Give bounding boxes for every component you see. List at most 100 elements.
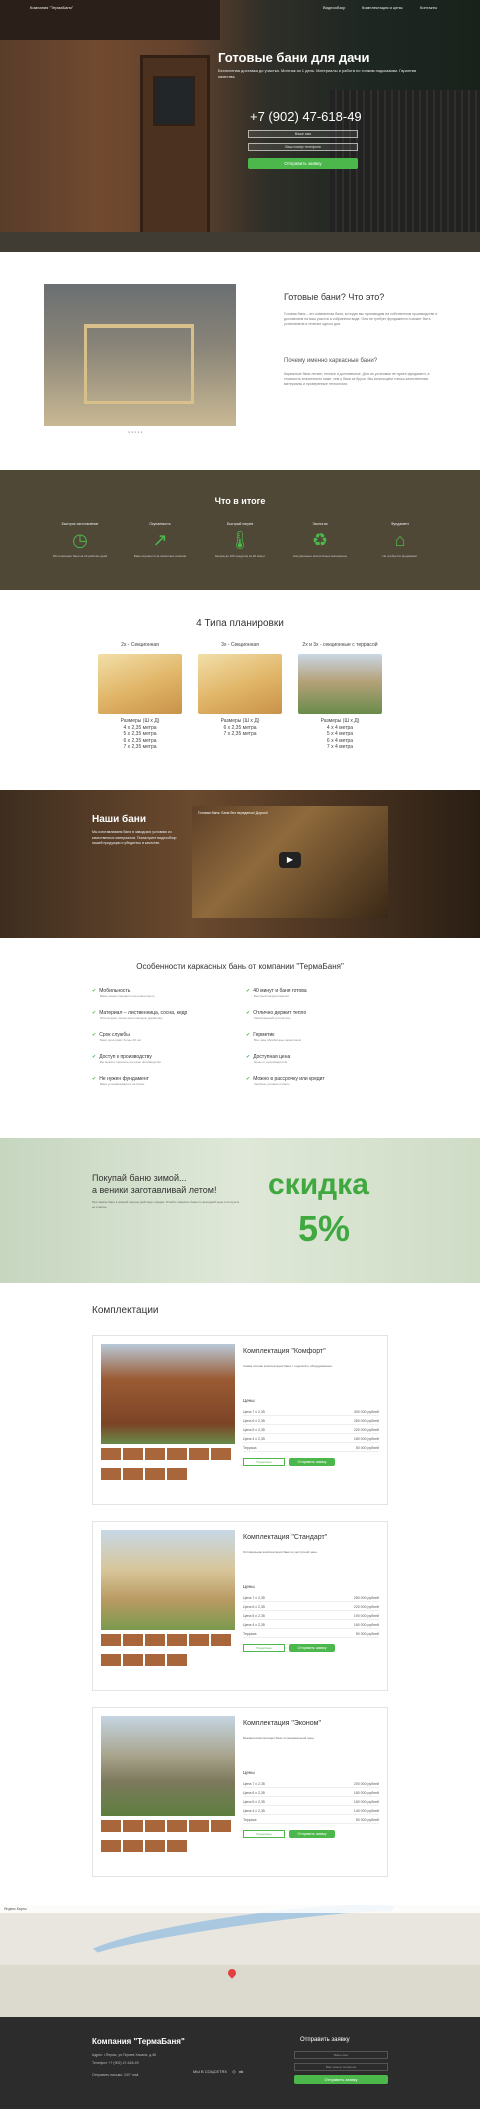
check-icon: ✔ [92,1010,97,1016]
about-title: Готовые бани? Что это? [284,292,385,302]
kit-desc: Базовая комплектация бани по минимальной… [243,1736,315,1740]
plan-card: 2х - Секционная Размеры (Ш х Д) 4 х 2,35… [94,642,186,751]
price-row: Терраса 50 000 рублей [243,1818,379,1824]
play-icon[interactable]: ▶ [279,852,301,868]
order-button[interactable]: Отправить заявку [289,1458,335,1466]
more-button[interactable]: Подробнее [243,1458,285,1466]
price-row: Цена 7 х 2,35 250 000 рублей [243,1596,379,1602]
more-button[interactable]: Подробнее [243,1644,285,1652]
nav-link-prices[interactable]: Комплектация и цены [362,5,403,10]
features-section: Особенности каркасных бань от компании "… [0,938,480,1138]
chart-icon: ↗ [152,530,168,550]
results-title: Что в итоге [214,496,266,506]
nav-link-video[interactable]: Видеообзор [323,5,345,10]
footer-submit-button[interactable]: Отправить заявку [294,2075,388,2084]
kit-thumbnails[interactable] [101,1448,235,1486]
kits-title: Комплектации [92,1305,159,1316]
frame-construction-photo [44,284,236,426]
check-icon: ✔ [246,988,251,994]
hero-submit-button[interactable]: Отправить заявку [248,158,358,169]
instagram-icon[interactable]: ◎ [232,2069,236,2074]
video-section: Наши бани Мы изготавливаем бани в заводс… [0,790,480,938]
kit-photo[interactable] [101,1344,235,1444]
hero-phone-input[interactable]: Ваш номер телефона [248,143,358,151]
price-row: Цена 6 х 2,35 220 000 рублей [243,1605,379,1611]
price-row: Цена 5 х 2,35 160 000 рублей [243,1800,379,1806]
check-icon: ✔ [246,1010,251,1016]
hero-section: Компания "ТермаБаня" Видеообзор Комплект… [0,0,480,252]
kit-card-standard: Комплектация "Стандарт" Оптимальная комп… [92,1521,388,1691]
brand-logo[interactable]: Компания "ТермаБаня" [30,5,73,10]
hero-phone[interactable]: +7 (902) 47-618-49 [250,109,362,124]
price-row: Цена 7 х 2,35 300 000 рублей [243,1410,379,1416]
order-button[interactable]: Отправить заявку [289,1644,335,1652]
price-row: Цена 7 х 2,35 200 000 рублей [243,1782,379,1788]
video-title[interactable]: Готовая баня. Баня без переделок! Дорого… [198,811,268,815]
feature-item: ✔ Не нужен фундамент Баня устанавливается … [92,1076,149,1086]
footer-phone-input[interactable]: Ваш номер телефона [294,2063,388,2071]
result-item: Экология ♻ Натуральные экологичные матер… [284,522,356,559]
more-button[interactable]: Подробнее [243,1830,285,1838]
result-item: Быстрое изготовление ◷ Изготовление бани… [44,522,116,559]
footer-phone[interactable]: Телефон: +7 (902) 47-618-49 [92,2061,139,2065]
kits-section: Комплектации Комплектация "Комфорт" Сама… [0,1283,480,1905]
check-icon: ✔ [246,1054,251,1060]
plans-title: 4 Типа планировки [196,618,284,629]
house-icon: ⌂ [394,530,406,550]
map-widget[interactable]: Яндекс Карты [0,1905,480,2017]
plan-terrace-photo [298,654,382,714]
feature-item: ✔ 40 минут и баня готова Быстрый нагрев па… [246,988,307,998]
price-row: Терраса 50 000 рублей [243,1632,379,1638]
kit-desc: Оптимальная комплектация бани по доступн… [243,1550,318,1554]
feature-item: ✔ Мобильность Баню можно перевезти на ново… [92,988,155,998]
results-section: Что в итоге Быстрое изготовление ◷ Изгот… [0,470,480,590]
map-toolbar[interactable]: Яндекс Карты [0,1905,480,1913]
footer-name-input[interactable]: Ваше имя [294,2051,388,2059]
footer: Компания "ТермаБаня" Адрес: г.Пермь, ул.… [0,2017,480,2109]
promo-text: При заказе бани в зимний период действуе… [92,1200,240,1209]
check-icon: ✔ [92,1032,97,1038]
price-row: Терраса 50 000 рублей [243,1446,379,1452]
nav-link-contacts[interactable]: Контакты [420,5,437,10]
price-row: Цена 6 х 2,35 260 000 рублей [243,1419,379,1425]
result-item: Фундамент ⌂ Не требуется фундамент [364,522,436,559]
kit-card-econom: Комплектация "Эконом" Базовая комплектац… [92,1707,388,1877]
price-row: Цена 4 х 2,35 160 000 рублей [243,1623,379,1629]
price-row: Цена 4 х 2,35 180 000 рублей [243,1437,379,1443]
footer-form-title: Отправить заявку [300,2037,350,2043]
check-icon: ✔ [92,988,97,994]
promo-section: Покупай баню зимой... а веники заготавли… [0,1138,480,1283]
feature-item: ✔ Доступ к производству Вы можете приехать… [92,1054,161,1064]
kit-photo[interactable] [101,1530,235,1630]
footer-company-name: Компания "ТермаБаня" [92,2037,185,2046]
check-icon: ✔ [246,1032,251,1038]
plan-2-section-image [98,654,182,714]
hero-name-input[interactable]: Ваше имя [248,130,358,138]
result-item: Быстрый нагрев 🌡 Нагрев до 100 градусов … [204,522,276,559]
feature-item: ✔ Доступная цена Цены от производителя [246,1054,291,1064]
slider-dots[interactable]: ● ● ● ● ● [128,430,142,435]
plan-card: 3х - Секционная Размеры (Ш х Д) 6 х 2,35… [194,642,286,738]
footer-social-label: МЫ В СОЦСЕТЯХ ◎ vk [193,2069,244,2074]
kit-thumbnails[interactable] [101,1634,235,1672]
price-row: Цена 6 х 2,35 180 000 рублей [243,1791,379,1797]
feature-item: ✔ Срок службы Баня прослужит более 20 лет [92,1032,142,1042]
order-button[interactable]: Отправить заявку [289,1830,335,1838]
price-row: Цена 5 х 2,35 220 000 рублей [243,1428,379,1434]
footer-email[interactable]: Отправить письмо: 24/7 mail [92,2073,138,2077]
plans-section: 4 Типа планировки 2х - Секционная Размер… [0,590,480,790]
features-title: Особенности каркасных бань от компании "… [136,962,344,971]
kit-photo[interactable] [101,1716,235,1816]
feature-item: ✔ Отлично держит тепло Качественный утепли… [246,1010,307,1020]
about-section: ● ● ● ● ● Готовые бани? Что это? Готовая… [0,252,480,470]
kit-thumbnails[interactable] [101,1820,235,1858]
kit-card-comfort: Комплектация "Комфорт" Самая полная комп… [92,1335,388,1505]
video-player[interactable]: Готовая баня. Баня без переделок! Дорого… [192,806,388,918]
video-section-text: Мы изготавливаем бани в заводских услови… [92,830,177,845]
kit-title: Комплектация "Стандарт" [243,1534,328,1541]
about-text-2: Каркасные бани легкие, теплые и долговеч… [284,372,430,386]
clock-icon: ◷ [72,530,88,550]
recycle-icon: ♻ [311,530,329,550]
vk-icon[interactable]: vk [239,2069,243,2074]
about-subtitle: Почему именно каркасные бани? [284,358,378,364]
